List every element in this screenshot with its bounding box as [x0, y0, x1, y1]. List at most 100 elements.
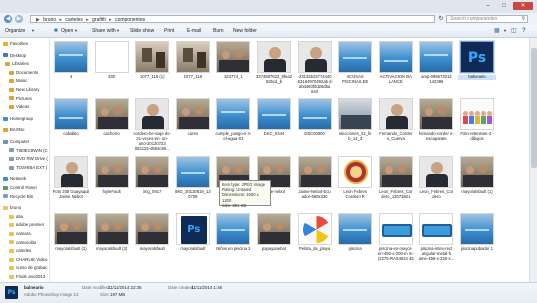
file-thumbnail: [460, 98, 494, 130]
file-name: mayoralsfault: [174, 247, 212, 252]
nav-item[interactable]: carteles: [9, 247, 31, 254]
nav-item[interactable]: Control Panel: [3, 184, 37, 191]
organize-button[interactable]: Organize: [5, 27, 25, 35]
preview-pane-icon[interactable]: ◫: [511, 27, 517, 35]
nav-item[interactable]: curso de grabac: [9, 264, 48, 271]
burn-button[interactable]: Burn: [213, 27, 224, 35]
folder-icon: ▶: [34, 17, 42, 23]
scroll-thumb[interactable]: [531, 48, 537, 168]
file-name: 330: [93, 75, 131, 80]
file-thumbnail: [338, 156, 372, 188]
chevron-right-icon: ▸: [57, 17, 64, 23]
nav-item[interactable]: Videos: [9, 103, 29, 110]
address-bar[interactable]: ▶ bruno ▸ carteles ▸ grafitti ▸ componen…: [30, 15, 435, 23]
nav-item[interactable]: TI60EC8WIN (C: [9, 147, 48, 154]
nav-item-label: CHARLIE Video: [16, 257, 47, 262]
nav-item[interactable]: Computer: [3, 138, 29, 145]
nav-item-label: Control Panel: [10, 185, 37, 190]
documents-icon: [9, 71, 14, 75]
nav-item[interactable]: New Library: [9, 86, 39, 93]
back-button[interactable]: ◀: [4, 15, 12, 23]
chevron-right-icon: ▸: [107, 17, 114, 23]
nav-item[interactable]: Desktop: [3, 52, 26, 59]
new-folder-button[interactable]: New folder: [233, 27, 257, 35]
file-thumbnail: [419, 98, 453, 130]
email-button[interactable]: E-mail: [187, 27, 201, 35]
file-thumbnail: [135, 213, 169, 245]
forward-button[interactable]: ▶: [15, 15, 23, 23]
nav-item-label: Desktop: [10, 53, 26, 58]
file-thumbnail: [338, 98, 372, 130]
help-icon[interactable]: ?: [522, 27, 526, 35]
folder-icon: [9, 249, 14, 253]
file-thumbnail: Ps: [460, 41, 494, 73]
breadcrumb-item[interactable]: bruno: [43, 17, 56, 23]
drive-icon: [9, 166, 14, 170]
file-name: 1077_118: [174, 75, 212, 80]
file-name: fernando-corder o-escaparate: [417, 132, 455, 142]
open-button[interactable]: Open: [61, 27, 73, 35]
nav-item-label: Pictures: [16, 96, 32, 101]
share-with-button[interactable]: Share with: [92, 27, 116, 35]
print-button[interactable]: Print: [164, 27, 174, 35]
control-panel-icon: [3, 186, 8, 190]
file-name: Fernando_Corder o_Cuerva: [377, 132, 415, 142]
file-thumbnail: [298, 213, 332, 245]
size-label: Size:: [100, 292, 110, 298]
nav-item[interactable]: CHARLIE Video: [9, 256, 47, 263]
file-name: amp-095573012 142386: [417, 75, 455, 85]
breadcrumb-item[interactable]: grafitti: [92, 17, 106, 23]
file-thumbnail: [95, 213, 129, 245]
breadcrumb-item[interactable]: carteles: [65, 17, 83, 23]
nav-item[interactable]: adobe premier: [9, 221, 44, 228]
nav-item[interactable]: Homegroup: [3, 115, 33, 122]
nav-item[interactable]: BASNo: [3, 126, 24, 133]
nav-item[interactable]: Network: [3, 175, 26, 182]
close-icon[interactable]: ✕: [513, 2, 533, 10]
nav-item-label: New Library: [16, 87, 39, 92]
file-name: elecciones_22_fe b_14_3: [336, 132, 374, 142]
homegroup-icon: [3, 117, 8, 121]
breadcrumb-item[interactable]: componentes: [115, 17, 145, 23]
file-name: mayoralsfault (2): [52, 247, 90, 252]
slide-show-button[interactable]: Slide show: [130, 27, 154, 35]
nav-item[interactable]: Pictures: [9, 95, 32, 102]
view-options-icon[interactable]: ▦: [494, 27, 500, 35]
file-thumbnail: [135, 41, 169, 73]
file-thumbnail: [298, 98, 332, 130]
file-name: piscina: [336, 247, 374, 252]
minimize-icon[interactable]: –: [481, 2, 495, 10]
user-icon: [3, 128, 8, 132]
star-icon: [3, 42, 8, 46]
file-thumbnail: [176, 156, 210, 188]
file-name: mayoralsfault: [133, 247, 171, 252]
file-thumbnail: [460, 156, 494, 188]
nav-item[interactable]: Libraries: [5, 60, 29, 67]
file-name: Pelota_de_playa: [296, 247, 334, 252]
computer-icon: [3, 140, 8, 144]
file-name: Leon_Febres_Cor dero: [417, 190, 455, 200]
nav-item[interactable]: camara: [9, 230, 31, 237]
nav-item[interactable]: Music: [9, 77, 27, 84]
nav-item[interactable]: Recycle Bin: [3, 193, 33, 200]
file-name: Niños en piscina 2: [214, 247, 252, 252]
maximize-icon[interactable]: □: [497, 2, 511, 10]
drive-icon: [9, 148, 14, 152]
search-icon: ⚲: [521, 16, 525, 23]
file-thumbnail: [338, 41, 372, 73]
nav-item[interactable]: camarolito: [9, 239, 36, 246]
nav-item[interactable]: bruno: [3, 204, 21, 211]
chevron-down-icon[interactable]: ▼: [503, 27, 507, 35]
network-icon: [3, 177, 8, 181]
nav-item[interactable]: abu: [9, 213, 23, 220]
nav-item[interactable]: TOSHIBA EXT (: [9, 164, 47, 171]
nav-item-label: Documents: [16, 70, 38, 75]
nav-item[interactable]: Favorites: [3, 40, 28, 47]
nav-item[interactable]: DVD RW Drive (: [9, 155, 48, 162]
nav-item[interactable]: Finde ano2013: [9, 273, 45, 280]
vertical-scrollbar[interactable]: [529, 38, 537, 282]
file-name: DSC00000: [296, 132, 334, 137]
folder-icon: [9, 240, 14, 244]
search-input[interactable]: Search componentes ⚲: [446, 15, 528, 23]
nav-item[interactable]: Documents: [9, 69, 38, 76]
